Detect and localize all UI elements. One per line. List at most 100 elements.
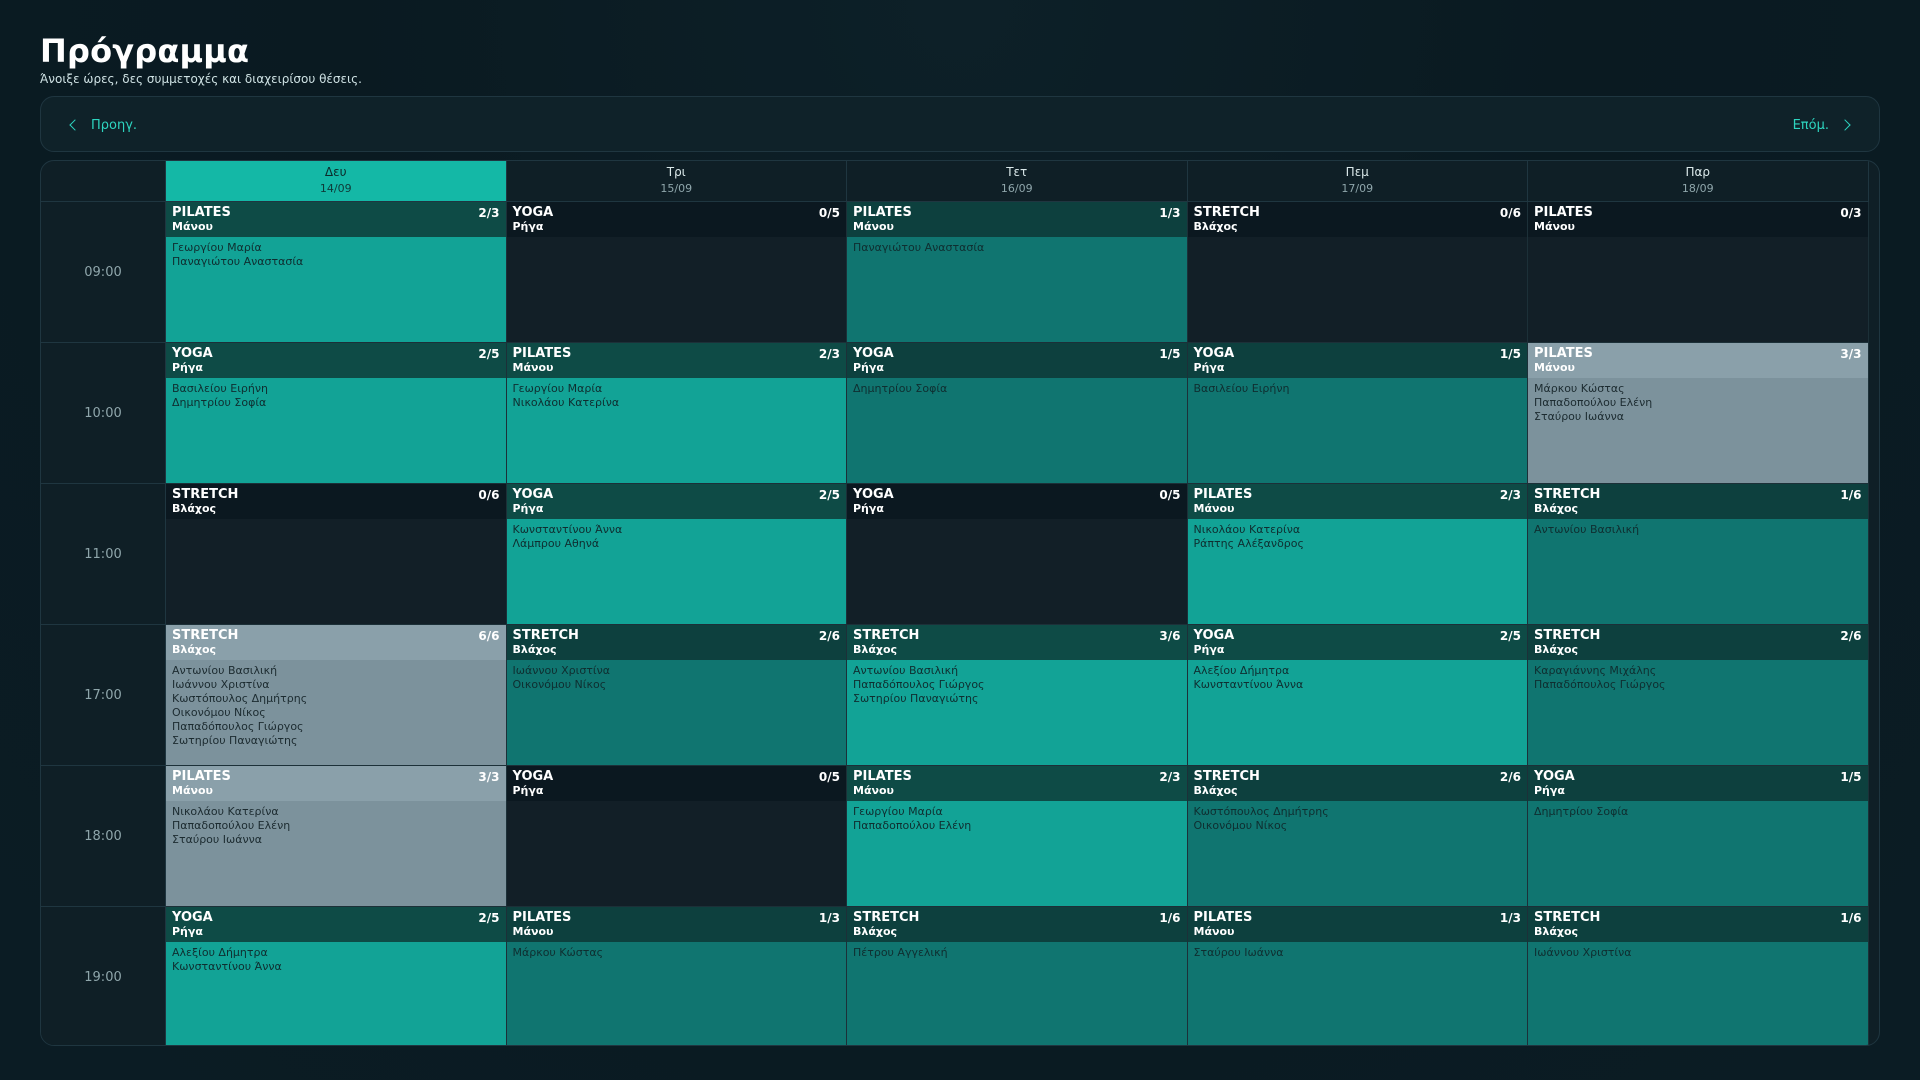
attendee-name[interactable]: Γεωργίου Μαρία [513, 382, 841, 396]
class-slot[interactable]: PILATES Μάνου 3/3 Μάρκου Κώστας Παπαδοπούλου… [1528, 343, 1869, 484]
class-slot[interactable]: STRETCH Βλάχος 1/6 Αντωνίου Βασιλική [1528, 484, 1869, 625]
class-slot[interactable]: STRETCH Βλάχος 2/6 Καραγιάννης Μιχάλης Παπαδ… [1528, 625, 1869, 766]
attendee-name[interactable]: Νικολάου Κατερίνα [172, 805, 500, 819]
class-slot[interactable]: YOGA Ρήγα 0/5 [506, 766, 847, 907]
class-slot[interactable]: YOGA Ρήγα 2/5 Κωνσταντίνου Άννα Λάμπρου Αθην… [506, 484, 847, 625]
attendee-name[interactable]: Αλεξίου Δήμητρα [1194, 664, 1522, 678]
attendee-name[interactable]: Οικονόμου Νίκος [1194, 819, 1522, 833]
attendee-name[interactable]: Παπαδοπούλου Ελένη [853, 819, 1181, 833]
attendee-name[interactable]: Σταύρου Ιωάννα [1194, 946, 1522, 960]
class-slot[interactable]: YOGA Ρήγα 2/5 Βασιλείου Ειρήνη Δημητρίου Σοφ… [166, 343, 507, 484]
class-slot[interactable]: YOGA Ρήγα 2/5 Αλεξίου Δήμητρα Κωνσταντίνου Ά… [1187, 625, 1528, 766]
class-slot[interactable]: YOGA Ρήγα 0/5 [506, 202, 847, 343]
class-slot[interactable]: PILATES Μάνου 2/3 Νικολάου Κατερίνα Ράπτης Α… [1187, 484, 1528, 625]
slot-header: STRETCH Βλάχος 2/6 [506, 625, 846, 660]
day-header[interactable]: Τρι 15/09 [506, 161, 847, 202]
class-slot[interactable]: STRETCH Βλάχος 3/6 Αντωνίου Βασιλική Παπαδόπ… [847, 625, 1188, 766]
class-slot[interactable]: PILATES Μάνου 1/3 Σταύρου Ιωάννα [1187, 907, 1528, 1045]
day-header[interactable]: Παρ 18/09 [1528, 161, 1869, 202]
class-slot[interactable]: STRETCH Βλάχος 0/6 [166, 484, 507, 625]
attendee-name[interactable]: Σταύρου Ιωάννα [172, 833, 500, 847]
attendee-name[interactable]: Παπαδόπουλος Γιώργος [1534, 678, 1862, 692]
class-slot[interactable]: PILATES Μάνου 1/3 Μάρκου Κώστας [506, 907, 847, 1045]
attendee-name[interactable]: Σωτηρίου Παναγιώτης [853, 692, 1181, 706]
attendee-name[interactable]: Κωνσταντίνου Άννα [513, 523, 841, 537]
attendee-name[interactable]: Αλεξίου Δήμητρα [172, 946, 500, 960]
attendee-name[interactable]: Αντωνίου Βασιλική [853, 664, 1181, 678]
prev-week-button[interactable]: Προηγ. [69, 113, 137, 137]
attendee-name[interactable]: Γεωργίου Μαρία [172, 241, 500, 255]
class-slot[interactable]: YOGA Ρήγα 2/5 Αλεξίου Δήμητρα Κωνσταντίνου Ά… [166, 907, 507, 1045]
attendee-name[interactable]: Ιωάννου Χριστίνα [172, 678, 500, 692]
attendee-name[interactable]: Βασιλείου Ειρήνη [1194, 382, 1522, 396]
class-name: PILATES [1193, 487, 1253, 502]
attendee-name[interactable]: Παπαδοπούλου Ελένη [1534, 396, 1862, 410]
class-slot[interactable]: YOGA Ρήγα 1/5 Δημητρίου Σοφία [847, 343, 1188, 484]
capacity-count: 3/6 [1159, 629, 1181, 643]
attendee-name[interactable]: Αντωνίου Βασιλική [1534, 523, 1862, 537]
attendee-name[interactable]: Νικολάου Κατερίνα [513, 396, 841, 410]
attendee-name[interactable]: Σταύρου Ιωάννα [1534, 410, 1862, 424]
day-header[interactable]: Τετ 16/09 [847, 161, 1188, 202]
attendee-list: Νικολάου Κατερίνα Ράπτης Αλέξανδρος [1188, 519, 1528, 555]
attendee-name[interactable]: Οικονόμου Νίκος [172, 706, 500, 720]
class-slot[interactable]: YOGA Ρήγα 1/5 Δημητρίου Σοφία [1528, 766, 1869, 907]
attendee-name[interactable]: Παπαδόπουλος Γιώργος [853, 678, 1181, 692]
class-slot[interactable]: STRETCH Βλάχος 2/6 Ιωάννου Χριστίνα Οικονόμο… [506, 625, 847, 766]
class-slot[interactable]: STRETCH Βλάχος 1/6 Πέτρου Αγγελική [847, 907, 1188, 1045]
class-slot[interactable]: PILATES Μάνου 2/3 Γεωργίου Μαρία Παναγιώτου … [166, 202, 507, 343]
coach-name: Βλάχος [853, 925, 898, 938]
attendee-name[interactable]: Πέτρου Αγγελική [853, 946, 1181, 960]
class-slot[interactable]: PILATES Μάνου 1/3 Παναγιώτου Αναστασία [847, 202, 1188, 343]
attendee-name[interactable]: Μάρκου Κώστας [1534, 382, 1862, 396]
day-date: 18/09 [1681, 182, 1714, 195]
class-name: YOGA [172, 346, 213, 361]
attendee-name[interactable]: Ιωάννου Χριστίνα [1534, 946, 1862, 960]
attendee-name[interactable]: Παναγιώτου Αναστασία [853, 241, 1181, 255]
attendee-name[interactable]: Δημητρίου Σοφία [853, 382, 1181, 396]
class-slot[interactable]: STRETCH Βλάχος 1/6 Ιωάννου Χριστίνα [1528, 907, 1869, 1045]
attendee-name[interactable]: Κωστόπουλος Δημήτρης [172, 692, 500, 706]
class-slot[interactable]: YOGA Ρήγα 1/5 Βασιλείου Ειρήνη [1187, 343, 1528, 484]
class-slot[interactable]: STRETCH Βλάχος 0/6 [1187, 202, 1528, 343]
class-slot[interactable]: PILATES Μάνου 2/3 Γεωργίου Μαρία Νικολάου Κα… [506, 343, 847, 484]
attendee-name[interactable]: Βασιλείου Ειρήνη [172, 382, 500, 396]
capacity-count: 3/3 [1840, 347, 1862, 361]
attendee-name[interactable]: Σωτηρίου Παναγιώτης [172, 734, 500, 748]
capacity-count: 2/3 [1159, 770, 1181, 784]
attendee-name[interactable]: Κωνσταντίνου Άννα [172, 960, 500, 974]
attendee-name[interactable]: Δημητρίου Σοφία [172, 396, 500, 410]
class-slot[interactable]: STRETCH Βλάχος 2/6 Κωστόπουλος Δημήτρης Οικο… [1187, 766, 1528, 907]
day-name: Δευ [324, 165, 347, 179]
attendee-name[interactable]: Νικολάου Κατερίνα [1194, 523, 1522, 537]
class-slot[interactable]: PILATES Μάνου 2/3 Γεωργίου Μαρία Παπαδοπούλο… [847, 766, 1188, 907]
class-slot[interactable]: STRETCH Βλάχος 6/6 Αντωνίου Βασιλική Ιωάννου… [166, 625, 507, 766]
attendee-name[interactable]: Παπαδοπούλου Ελένη [172, 819, 500, 833]
attendee-list [1188, 237, 1528, 245]
attendee-name[interactable]: Αντωνίου Βασιλική [172, 664, 500, 678]
class-slot[interactable]: PILATES Μάνου 0/3 [1528, 202, 1869, 343]
attendee-name[interactable]: Παπαδόπουλος Γιώργος [172, 720, 500, 734]
attendee-name[interactable]: Οικονόμου Νίκος [513, 678, 841, 692]
attendee-name[interactable]: Ράπτης Αλέξανδρος [1194, 537, 1522, 551]
attendee-name[interactable]: Κωστόπουλος Δημήτρης [1194, 805, 1522, 819]
attendee-name[interactable]: Λάμπρου Αθηνά [513, 537, 841, 551]
class-slot[interactable]: YOGA Ρήγα 0/5 [847, 484, 1188, 625]
attendee-name[interactable]: Ιωάννου Χριστίνα [513, 664, 841, 678]
day-date: 17/09 [1341, 182, 1374, 195]
next-week-button[interactable]: Επόμ. [1793, 113, 1851, 137]
attendee-name[interactable]: Γεωργίου Μαρία [853, 805, 1181, 819]
attendee-name[interactable]: Καραγιάννης Μιχάλης [1534, 664, 1862, 678]
class-name: YOGA [1193, 346, 1235, 361]
attendee-name[interactable]: Παναγιώτου Αναστασία [172, 255, 500, 269]
class-name: PILATES [172, 769, 231, 784]
day-header[interactable]: Πεμ 17/09 [1187, 161, 1528, 202]
attendee-list: Βασιλείου Ειρήνη [1188, 378, 1528, 400]
attendee-name[interactable]: Κωνσταντίνου Άννα [1194, 678, 1522, 692]
attendee-name[interactable]: Μάρκου Κώστας [513, 946, 841, 960]
day-header[interactable]: Δευ 14/09 [166, 161, 507, 202]
capacity-count: 1/3 [1499, 911, 1521, 925]
capacity-count: 1/6 [1159, 911, 1181, 925]
attendee-name[interactable]: Δημητρίου Σοφία [1534, 805, 1862, 819]
class-slot[interactable]: PILATES Μάνου 3/3 Νικολάου Κατερίνα Παπαδοπο… [166, 766, 507, 907]
